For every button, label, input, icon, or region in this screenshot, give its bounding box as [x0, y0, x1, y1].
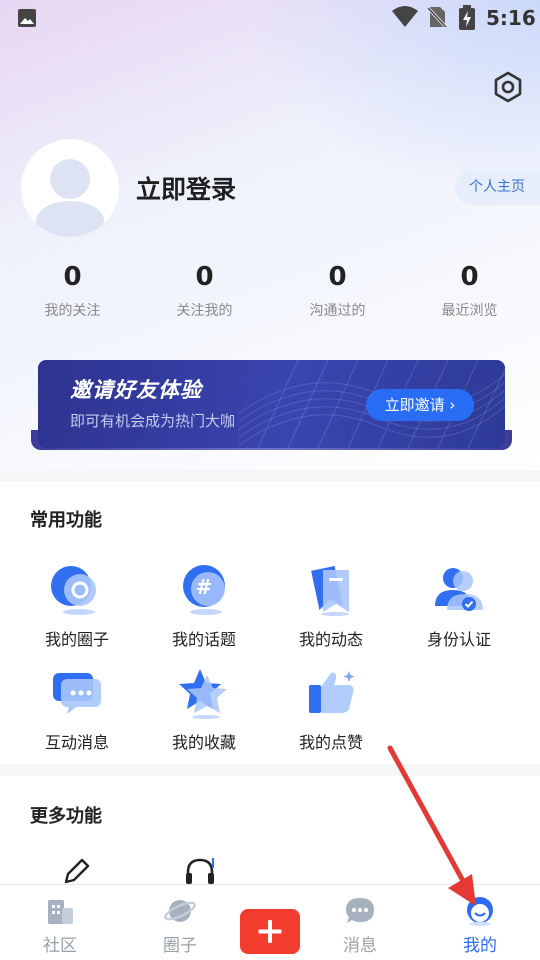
stat-label: 最近浏览 [441, 303, 498, 319]
settings-gear-icon[interactable] [491, 70, 525, 104]
stat-contacted[interactable]: 0 沟通过的 [271, 262, 404, 320]
status-time: 5:16 [486, 6, 536, 30]
section-title: 更多功能 [30, 806, 102, 827]
stats-row: 0 我的关注 0 关注我的 0 沟通过的 0 最近浏览 [0, 262, 540, 332]
personal-homepage-button[interactable]: 个人主页 [455, 170, 540, 205]
invite-banner-card[interactable]: 邀请好友体验 即可有机会成为热门大咖 立即邀请 › [38, 360, 505, 448]
func-label: 身份认证 [426, 630, 491, 649]
func-my-circle[interactable]: 我的圈子 [13, 564, 141, 650]
plus-icon [258, 920, 282, 943]
create-post-button[interactable] [240, 909, 300, 954]
star-icon [179, 669, 227, 719]
avatar[interactable] [21, 139, 119, 237]
stat-recent[interactable]: 0 最近浏览 [403, 262, 536, 320]
annotation-arrow [387, 745, 476, 906]
nav-circle[interactable]: 圈子 [126, 885, 234, 960]
invite-banner[interactable]: 邀请好友体验 即可有机会成为热门大咖 立即邀请 › [31, 360, 512, 450]
section-title: 常用功能 [30, 510, 102, 531]
stat-value: 0 [195, 262, 214, 292]
invite-title: 邀请好友体验 [70, 378, 202, 402]
community-building-icon [48, 900, 73, 924]
stat-followers[interactable]: 0 关注我的 [138, 262, 271, 320]
stat-label: 关注我的 [176, 303, 233, 319]
topic-hash-icon: # [183, 565, 225, 615]
chat-bubble-icon [346, 898, 374, 923]
pencil-icon[interactable] [62, 856, 92, 884]
func-label: 我的点赞 [298, 733, 363, 752]
nav-label: 消息 [343, 936, 377, 956]
func-my-activity[interactable]: 我的动态 [267, 564, 395, 650]
func-identity[interactable]: 身份认证 [395, 564, 523, 650]
func-label: 我的话题 [171, 630, 236, 649]
headset-icon[interactable] [184, 856, 216, 884]
wifi-icon [392, 6, 418, 27]
invite-subtitle: 即可有机会成为热门大咖 [70, 412, 236, 430]
photo-notification-icon [18, 9, 36, 27]
message-bubble-icon [53, 673, 101, 714]
stat-label: 沟通过的 [309, 303, 366, 319]
nav-community[interactable]: 社区 [6, 885, 114, 960]
identity-verify-icon [435, 568, 483, 611]
invite-now-button[interactable]: 立即邀请 › [366, 389, 474, 421]
nav-label: 社区 [43, 936, 77, 956]
no-sim-icon [427, 6, 447, 28]
default-avatar-icon [36, 159, 104, 237]
func-label: 我的动态 [298, 630, 363, 649]
nav-label: 圈子 [163, 936, 197, 956]
stat-label: 我的关注 [44, 303, 101, 319]
func-my-likes[interactable]: 我的点赞 [267, 667, 395, 753]
circle-chat-icon [51, 566, 96, 615]
func-my-favorites[interactable]: 我的收藏 [140, 667, 268, 753]
svg-text:#: # [196, 575, 213, 599]
login-prompt[interactable]: 立即登录 [136, 170, 236, 206]
planet-icon [164, 900, 196, 922]
bookmark-icon [311, 565, 349, 616]
nav-label: 我的 [463, 936, 497, 956]
stat-value: 0 [460, 262, 479, 292]
status-bar: 5:16 [0, 0, 540, 36]
stat-value: 0 [328, 262, 347, 292]
stat-following[interactable]: 0 我的关注 [6, 262, 139, 320]
func-label: 我的收藏 [171, 733, 236, 752]
stat-value: 0 [63, 262, 82, 292]
func-label: 互动消息 [44, 733, 109, 752]
thumbs-up-icon [309, 671, 355, 713]
func-label: 我的圈子 [44, 630, 109, 649]
battery-charging-icon [459, 5, 475, 30]
common-functions-section: 常用功能 我的圈子 # 我的话题 我的动态 身份认证 互动消息 我的收藏 我的点… [0, 482, 540, 764]
func-interaction-messages[interactable]: 互动消息 [13, 667, 141, 753]
func-my-topic[interactable]: # 我的话题 [140, 564, 268, 650]
